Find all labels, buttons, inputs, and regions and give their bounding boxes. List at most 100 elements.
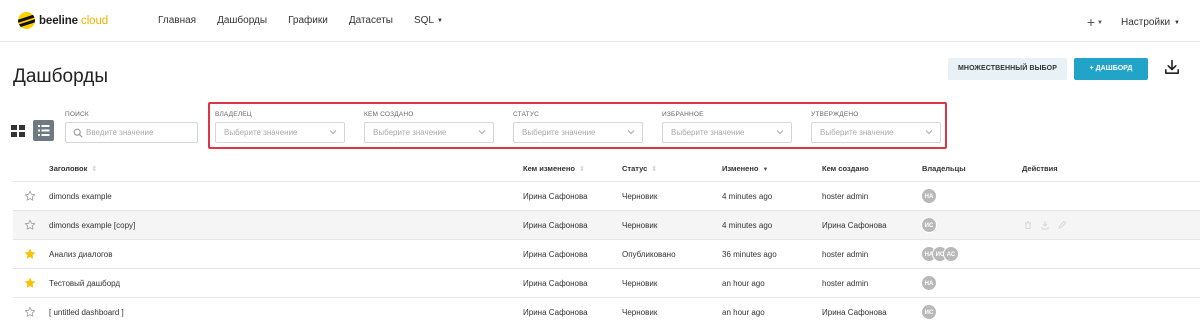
edit-icon[interactable] (1057, 220, 1067, 230)
favorite-filter-select[interactable]: Выберите значение (662, 122, 792, 143)
column-header-modified[interactable]: Изменено ▼ (722, 164, 768, 173)
approved-filter-label: УТВЕРЖДЕНО (811, 111, 859, 118)
created-by-cell: hoster admin (822, 192, 869, 201)
search-field[interactable] (65, 122, 198, 143)
dashboard-title-link[interactable]: dimonds example (49, 192, 112, 201)
column-header-title[interactable]: Заголовок ⇕ (49, 164, 97, 173)
dashboard-title-link[interactable]: Анализ диалогов (49, 250, 112, 259)
page-title: Дашборды (13, 66, 108, 87)
created-by-filter-label: КЕМ СОЗДАНО (364, 111, 414, 118)
star-filled-icon[interactable] (24, 248, 36, 260)
status-cell: Черновик (622, 308, 658, 317)
list-view-button[interactable] (33, 120, 54, 141)
nav-menu-sql-label: SQL (413, 15, 434, 26)
modified-by-cell: Ирина Сафонова (523, 308, 588, 317)
owner-avatar[interactable]: НА (921, 275, 937, 291)
modified-by-cell: Ирина Сафонова (523, 279, 588, 288)
select-placeholder: Выберите значение (224, 128, 298, 137)
select-placeholder: Выберите значение (373, 128, 447, 137)
dashboard-title-link[interactable]: [ untitled dashboard ] (49, 308, 124, 317)
status-filter-label: СТАТУС (513, 111, 540, 118)
export-icon[interactable] (1040, 220, 1050, 230)
new-item-menu[interactable]: + ▼ (1087, 14, 1103, 30)
beeline-logo-icon (18, 12, 35, 29)
search-input[interactable] (86, 126, 191, 139)
select-placeholder: Выберите значение (671, 128, 745, 137)
top-navbar: beeline cloud Главная Дашборды Графики Д… (0, 0, 1200, 42)
created-by-cell: Ирина Сафонова (822, 308, 887, 317)
owner-avatar[interactable]: АС (943, 246, 959, 262)
status-filter-select[interactable]: Выберите значение (513, 122, 643, 143)
settings-menu[interactable]: Настройки ▼ (1121, 17, 1180, 28)
modified-by-cell: Ирина Сафонова (523, 221, 588, 230)
table-row[interactable]: dimonds example Ирина Сафонова Черновик … (13, 181, 1200, 210)
chevron-down-icon (776, 130, 784, 135)
card-view-icon[interactable] (11, 124, 25, 138)
status-cell: Опубликовано (622, 250, 676, 259)
main-nav: Главная Дашборды Графики Датасеты SQL ▼ (158, 15, 464, 26)
nav-link-charts[interactable]: Графики (288, 15, 328, 26)
column-header-created-by: Кем создано (822, 164, 869, 173)
list-view-icon (38, 125, 50, 136)
sort-icon: ⇕ (651, 166, 658, 173)
column-header-owners: Владельцы (922, 164, 966, 173)
caret-down-icon: ▼ (1097, 20, 1103, 26)
modified-cell: 36 minutes ago (722, 250, 777, 259)
chevron-down-icon (627, 130, 635, 135)
table-row[interactable]: dimonds example [copy] Ирина Сафонова Че… (13, 210, 1200, 239)
chevron-down-icon (329, 130, 337, 135)
created-by-cell: hoster admin (822, 250, 869, 259)
row-actions (1023, 220, 1067, 230)
search-label: ПОИСК (65, 111, 89, 118)
status-cell: Черновик (622, 221, 658, 230)
sort-icon: ⇕ (91, 166, 98, 173)
column-header-modified-by[interactable]: Кем изменено ⇕ (523, 164, 585, 173)
column-header-label: Изменено (722, 164, 759, 173)
owner-avatar[interactable]: ИС (921, 304, 937, 320)
created-by-filter-select[interactable]: Выберите значение (364, 122, 494, 143)
created-by-cell: Ирина Сафонова (822, 221, 887, 230)
status-cell: Черновик (622, 279, 658, 288)
created-by-cell: hoster admin (822, 279, 869, 288)
table-row[interactable]: Анализ диалогов Ирина Сафонова Опубликов… (13, 239, 1200, 268)
bulk-select-button[interactable]: МНОЖЕСТВЕННЫЙ ВЫБОР (948, 58, 1067, 80)
brand-name: beeline cloud (39, 14, 109, 27)
owner-filter-select[interactable]: Выберите значение (215, 122, 345, 143)
star-outline-icon[interactable] (24, 190, 36, 202)
dashboard-title-link[interactable]: dimonds example [copy] (49, 221, 135, 230)
favorite-filter-label: ИЗБРАННОЕ (662, 111, 704, 118)
settings-menu-label: Настройки (1121, 16, 1171, 28)
dashboard-title-link[interactable]: Тестовый дашборд (49, 279, 120, 288)
status-cell: Черновик (622, 192, 658, 201)
star-outline-icon[interactable] (24, 306, 36, 318)
owner-avatar[interactable]: НА (921, 188, 937, 204)
brand-logo[interactable]: beeline cloud (18, 12, 108, 29)
owner-filter-label: ВЛАДЕЛЕЦ (215, 111, 252, 118)
column-header-label: Заголовок (49, 164, 88, 173)
chevron-down-icon (925, 130, 933, 135)
top-right-menus: + ▼ Настройки ▼ (1087, 14, 1180, 30)
table-row[interactable]: [ untitled dashboard ] Ирина Сафонова Че… (13, 297, 1200, 326)
star-filled-icon[interactable] (24, 277, 36, 289)
caret-down-icon: ▼ (436, 18, 443, 24)
nav-link-dashboards[interactable]: Дашборды (217, 15, 267, 26)
modified-by-cell: Ирина Сафонова (523, 192, 588, 201)
delete-icon[interactable] (1023, 220, 1033, 230)
download-icon[interactable] (1164, 59, 1180, 75)
chevron-down-icon (478, 130, 486, 135)
modified-cell: an hour ago (722, 279, 765, 288)
sort-desc-icon: ▼ (762, 167, 769, 173)
column-header-label: Статус (622, 164, 648, 173)
approved-filter-select[interactable]: Выберите значение (811, 122, 941, 143)
add-dashboard-button[interactable]: + ДАШБОРД (1074, 58, 1148, 80)
column-header-status[interactable]: Статус ⇕ (622, 164, 657, 173)
sort-icon: ⇕ (578, 166, 585, 173)
owner-avatar[interactable]: ИС (921, 217, 937, 233)
column-header-actions: Действия (1022, 164, 1058, 173)
nav-link-home[interactable]: Главная (158, 15, 196, 26)
star-outline-icon[interactable] (24, 219, 36, 231)
nav-menu-sql[interactable]: SQL ▼ (414, 15, 443, 26)
modified-cell: 4 minutes ago (722, 192, 773, 201)
table-row[interactable]: Тестовый дашборд Ирина Сафонова Черновик… (13, 268, 1200, 297)
nav-link-datasets[interactable]: Датасеты (349, 15, 393, 26)
